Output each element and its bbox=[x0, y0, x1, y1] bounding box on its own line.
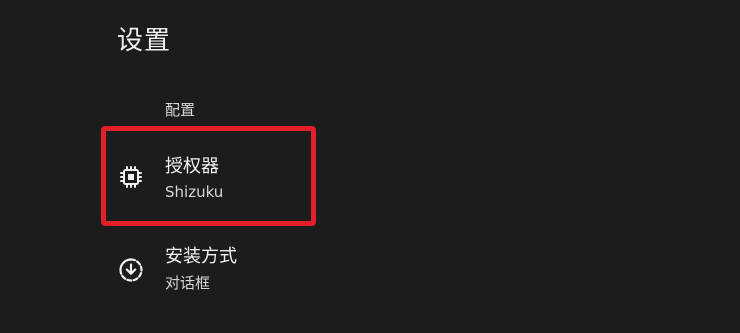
page-title: 设置 bbox=[117, 26, 172, 56]
chip-icon bbox=[118, 164, 144, 190]
preference-install-method[interactable]: 安装方式 对话框 bbox=[108, 230, 408, 306]
section-header-config: 配置 bbox=[165, 101, 196, 119]
preference-authorizer[interactable]: 授权器 Shizuku bbox=[108, 124, 408, 201]
preference-authorizer-title: 授权器 bbox=[165, 156, 219, 177]
preference-authorizer-summary: Shizuku bbox=[165, 183, 224, 201]
preference-install-method-summary: 对话框 bbox=[165, 274, 211, 292]
preference-install-method-title: 安装方式 bbox=[165, 246, 237, 267]
download-circle-icon bbox=[118, 257, 144, 283]
